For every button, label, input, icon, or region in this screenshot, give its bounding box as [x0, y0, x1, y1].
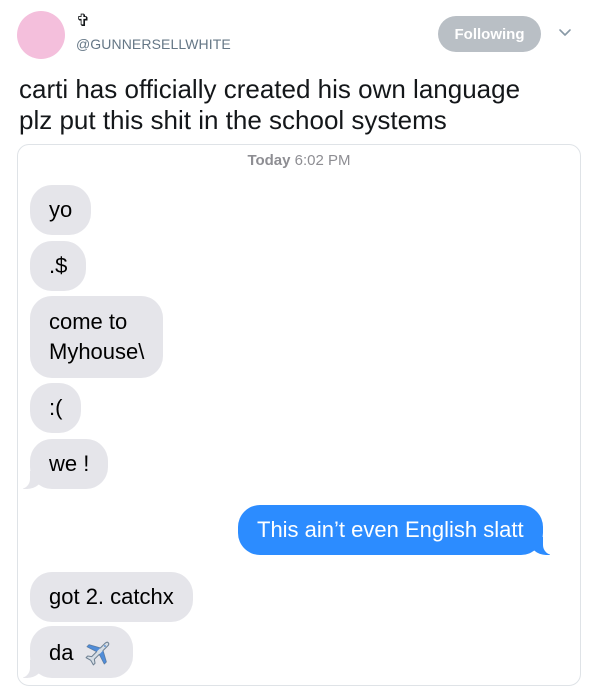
- avatar[interactable]: [17, 11, 65, 59]
- tweet-text-line: plz put this shit in the school systems: [19, 105, 447, 135]
- message-bubble-received: yo: [30, 185, 92, 235]
- tweet-text: carti has officially created his own lan…: [19, 74, 589, 136]
- tweet-image[interactable]: Today 6:02 PM yo .$ come to Myhouse\ :( …: [17, 144, 581, 686]
- timestamp-time: 6:02 PM: [294, 152, 351, 169]
- message-text-line: come to: [49, 309, 128, 334]
- message-text: yo: [49, 197, 73, 222]
- display-name[interactable]: ✞: [76, 11, 90, 31]
- message-bubble-received: we !: [19, 439, 109, 489]
- message-text-line: Myhouse\: [49, 339, 145, 364]
- message-timestamp: Today 6:02 PM: [18, 152, 580, 169]
- message-bubble-received: :(: [30, 383, 82, 433]
- user-handle[interactable]: @GUNNERSELLWHITE: [76, 36, 231, 52]
- message-bubble-received: .$: [30, 241, 87, 291]
- chevron-down-icon[interactable]: [557, 24, 573, 40]
- airplane-icon: [85, 641, 109, 666]
- message-bubble-received: da: [20, 626, 133, 678]
- message-bubble-received: got 2. catchx: [30, 572, 193, 622]
- timestamp-day: Today: [247, 152, 291, 169]
- message-text: da: [49, 640, 74, 665]
- message-text: we !: [49, 451, 90, 476]
- message-bubble-received: come to Myhouse\: [30, 296, 164, 378]
- message-text: .$: [49, 253, 68, 278]
- tweet-text-line: carti has officially created his own lan…: [19, 74, 521, 104]
- message-text: This ain’t even English slatt: [257, 517, 524, 542]
- message-text: :(: [49, 395, 63, 420]
- message-text: got 2. catchx: [49, 584, 174, 609]
- following-button[interactable]: Following: [438, 16, 541, 52]
- message-bubble-sent: This ain’t even English slatt: [238, 505, 553, 555]
